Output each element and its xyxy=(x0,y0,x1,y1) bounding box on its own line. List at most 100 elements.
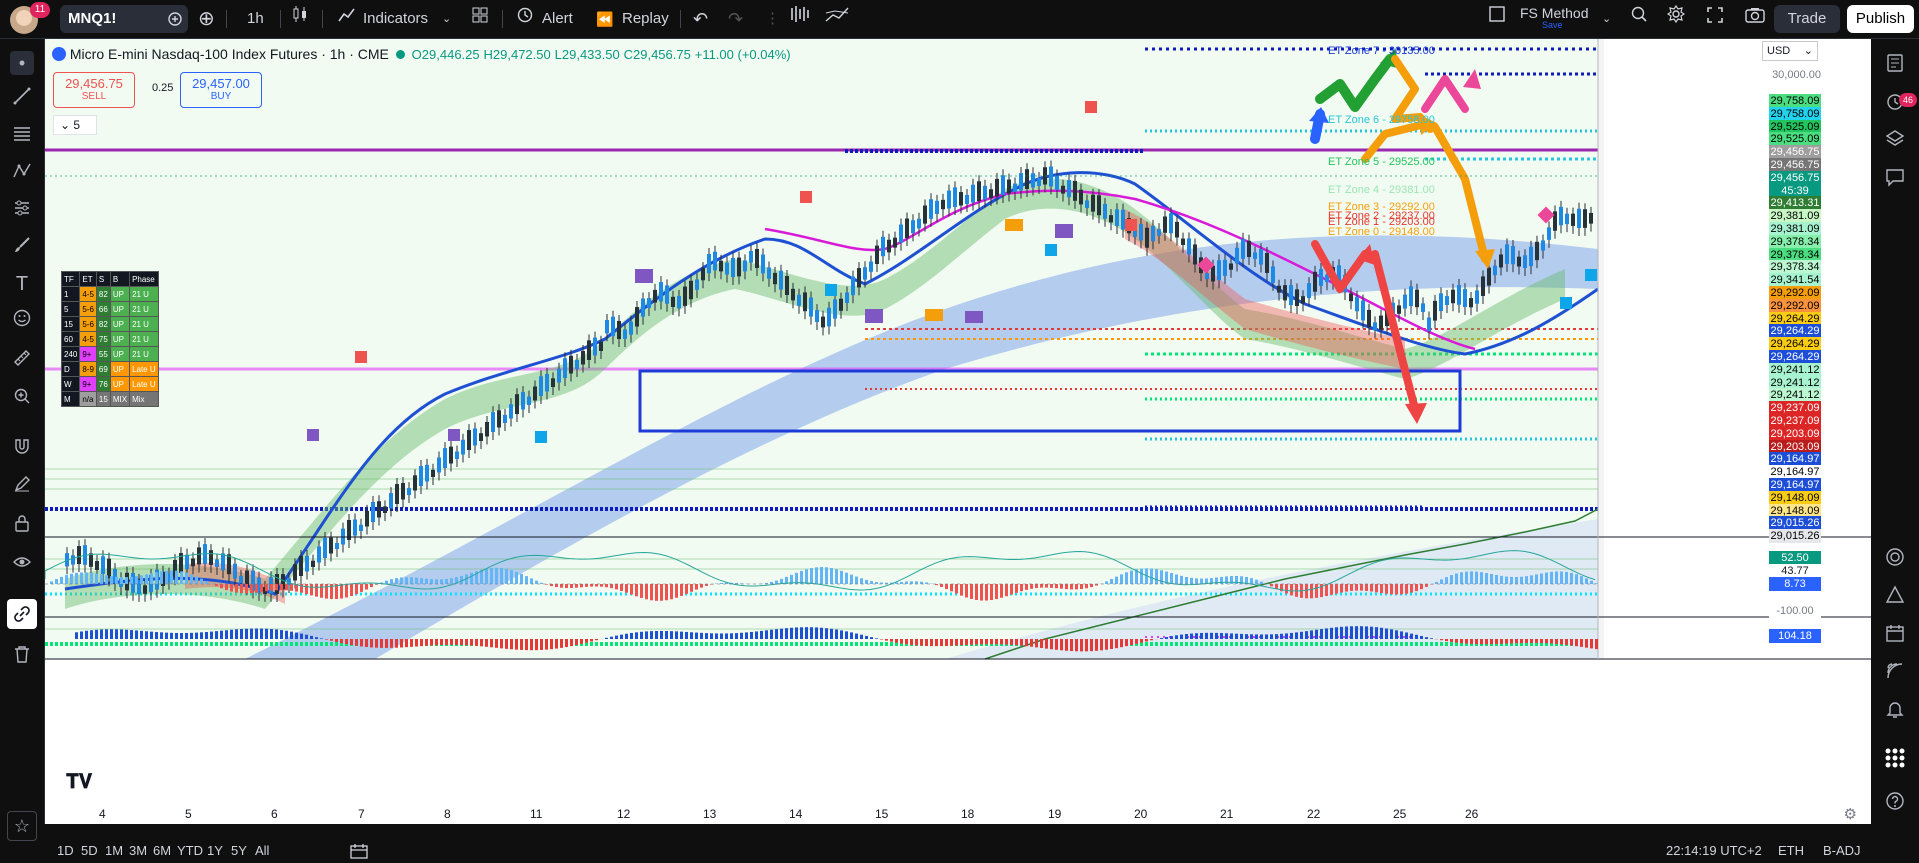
bar-pattern-icon[interactable] xyxy=(790,5,810,33)
candle-body xyxy=(809,297,813,317)
momentum-bar xyxy=(1165,637,1168,639)
range-button[interactable]: 5D xyxy=(81,843,98,858)
price-chart-svg[interactable] xyxy=(45,39,1871,824)
calendar-icon[interactable] xyxy=(1882,623,1908,649)
indicators-collapse-toggle[interactable]: ⌄ 5 xyxy=(53,115,97,135)
favorites-star-icon[interactable]: ☆ xyxy=(7,811,37,841)
osc-bar xyxy=(310,584,313,596)
momentum-bar xyxy=(645,631,648,639)
range-button[interactable]: YTD xyxy=(177,843,203,858)
session-label[interactable]: ETH xyxy=(1778,843,1804,858)
alert-clock-icon[interactable] xyxy=(516,5,534,33)
fib-retracement-icon[interactable] xyxy=(10,125,34,149)
redo-icon[interactable]: ↷ xyxy=(728,5,743,33)
osc-bar xyxy=(365,584,368,590)
symbol-search[interactable]: MNQ1! xyxy=(60,5,188,33)
candle-type-icon[interactable] xyxy=(292,5,308,33)
indicators-button[interactable]: Indicators xyxy=(363,5,428,33)
legend-title[interactable]: Micro E-mini Nasdaq-100 Index Futures · … xyxy=(70,46,389,62)
zoom-in-icon[interactable] xyxy=(10,387,34,411)
notifications-bell-icon[interactable] xyxy=(1882,699,1908,725)
drag-handle-icon[interactable]: ⋮ xyxy=(765,5,780,33)
range-button[interactable]: 1M xyxy=(105,843,123,858)
momentum-bar xyxy=(455,639,458,645)
watchlist-icon[interactable] xyxy=(1882,53,1908,79)
apps-grid-icon[interactable] xyxy=(1882,747,1908,773)
momentum-bar xyxy=(135,630,138,639)
osc-bar xyxy=(855,576,858,584)
trash-icon[interactable] xyxy=(10,645,34,669)
momentum-bar xyxy=(1490,639,1493,645)
range-button[interactable]: All xyxy=(255,843,269,858)
clock-time[interactable]: 22:14:19 UTC+2 xyxy=(1666,843,1762,858)
candle-body xyxy=(1355,296,1359,312)
stream-icon[interactable] xyxy=(1882,661,1908,687)
sell-button[interactable]: 29,456.75 SELL xyxy=(53,72,135,108)
prediction-tools-icon[interactable] xyxy=(10,199,34,223)
target-icon[interactable] xyxy=(1882,547,1908,573)
lock-icon[interactable] xyxy=(10,514,34,538)
timeframe-button[interactable]: 1h xyxy=(247,5,264,33)
osc-bar xyxy=(1190,577,1193,584)
momentum-bar xyxy=(95,629,98,639)
layout-save[interactable]: Save xyxy=(1542,20,1563,30)
osc-bar xyxy=(1250,578,1253,584)
indicators-icon[interactable] xyxy=(338,5,356,33)
momentum-bar xyxy=(915,639,918,646)
osc-bar xyxy=(1020,584,1023,592)
range-button[interactable]: 5Y xyxy=(231,843,247,858)
layout-chevron-down-icon[interactable]: ⌄ xyxy=(1602,5,1611,33)
emoji-icon[interactable] xyxy=(10,309,34,333)
candle-body xyxy=(1187,238,1191,255)
osc-bar xyxy=(1390,584,1393,595)
patterns-icon[interactable] xyxy=(10,162,34,186)
layout-name[interactable]: FS Method xyxy=(1520,5,1588,21)
magnet-icon[interactable] xyxy=(10,437,34,461)
trade-button[interactable]: Trade xyxy=(1774,5,1840,33)
chat-icon[interactable] xyxy=(1882,167,1908,193)
brush-icon[interactable] xyxy=(10,236,34,260)
help-icon[interactable] xyxy=(1882,791,1908,817)
candle-body xyxy=(371,502,375,522)
momentum-bar xyxy=(1345,626,1348,639)
ruler-icon[interactable] xyxy=(10,349,34,373)
fullscreen-icon[interactable] xyxy=(1707,5,1723,33)
tf-table-cell: 21 U xyxy=(129,286,159,302)
undo-icon[interactable]: ↶ xyxy=(693,5,708,33)
chart-ruler-icon[interactable] xyxy=(825,5,849,33)
publish-button[interactable]: Publish xyxy=(1847,5,1914,33)
adjustment-label[interactable]: B-ADJ xyxy=(1823,843,1861,858)
quick-search-icon[interactable] xyxy=(1630,5,1648,33)
settings-gear-icon[interactable] xyxy=(1666,4,1686,33)
buy-button[interactable]: 29,457.00 BUY xyxy=(180,72,262,108)
range-button[interactable]: 6M xyxy=(153,843,171,858)
chart-canvas[interactable]: TF ET S B Phase 1 4-5 82 UP 21 U 5 5-6 66 UP 21 U 15 5-… xyxy=(45,39,1871,824)
link-icon[interactable] xyxy=(7,599,37,629)
add-symbol-icon[interactable]: ⊕ xyxy=(198,5,215,33)
date-range-calendar-icon[interactable] xyxy=(350,843,368,862)
alert-button[interactable]: Alert xyxy=(542,5,573,33)
chevron-down-icon[interactable]: ⌄ xyxy=(442,5,451,33)
layout-square-icon[interactable] xyxy=(1488,5,1506,33)
pine-editor-icon[interactable] xyxy=(1882,585,1908,611)
trend-line-icon[interactable] xyxy=(10,87,34,111)
momentum-bar xyxy=(995,639,998,645)
crosshair-icon[interactable]: • xyxy=(10,51,34,75)
text-tool-icon[interactable]: T xyxy=(10,272,34,296)
lock-pencil-icon[interactable] xyxy=(10,475,34,499)
eye-icon[interactable] xyxy=(10,553,34,577)
camera-icon[interactable] xyxy=(1745,5,1765,33)
candle-body xyxy=(1103,203,1107,219)
range-button[interactable]: 1D xyxy=(57,843,74,858)
compare-icon[interactable] xyxy=(168,12,182,26)
layers-icon[interactable] xyxy=(1882,129,1908,155)
replay-button[interactable]: Replay xyxy=(622,5,669,33)
range-button[interactable]: 3M xyxy=(129,843,147,858)
replay-icon[interactable]: ⏪ xyxy=(596,5,613,33)
momentum-bar xyxy=(325,639,328,640)
range-button[interactable]: 1Y xyxy=(207,843,223,858)
currency-select[interactable]: USD ⌄ xyxy=(1762,41,1818,61)
momentum-bar xyxy=(650,631,653,639)
templates-icon[interactable] xyxy=(472,5,488,33)
axis-settings-icon[interactable]: ⚙ xyxy=(1844,805,1857,823)
